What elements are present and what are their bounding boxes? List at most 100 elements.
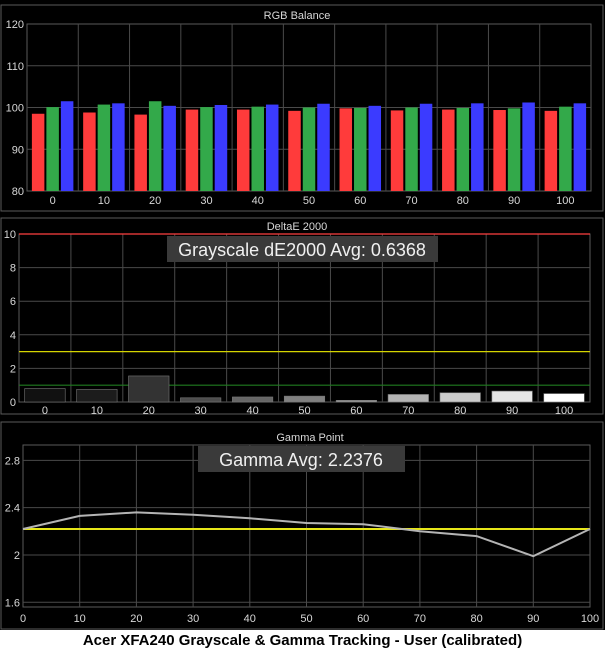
- deltae-x-tick-label: 0: [42, 405, 48, 417]
- deltae-bar: [335, 400, 377, 403]
- deltae-x-tick-label: 70: [402, 405, 414, 417]
- deltae-x-tick-label: 30: [195, 405, 207, 417]
- gamma-x-tick-label: 20: [130, 613, 142, 625]
- rgb-bar-blue: [368, 105, 382, 191]
- deltae-y-tick-label: 0: [10, 397, 16, 409]
- deltae-bar: [387, 394, 429, 403]
- rgb-bar-blue: [60, 101, 74, 191]
- deltae-bar: [76, 389, 118, 403]
- gamma-x-tick-label: 40: [244, 613, 256, 625]
- rgb-bar-red: [288, 110, 301, 191]
- rgb-y-tick-label: 110: [6, 61, 24, 73]
- deltae-x-tick-label: 80: [454, 405, 466, 417]
- gamma-x-tick-label: 90: [527, 613, 539, 625]
- deltae-y-tick-label: 4: [10, 330, 16, 342]
- rgb-bar-green: [302, 107, 316, 191]
- rgb-bar-green: [507, 108, 521, 191]
- deltae-x-tick-label: 90: [506, 405, 518, 417]
- rgb-bar-red: [185, 109, 199, 191]
- rgb-bars: [31, 101, 587, 191]
- rgb-bar-green: [148, 101, 162, 191]
- rgb-bar-green: [97, 104, 111, 191]
- rgb-y-tick-label: 100: [6, 103, 24, 115]
- rgb-bar-red: [236, 109, 250, 191]
- figure-background: [0, 0, 605, 630]
- rgb-x-tick-label: 30: [200, 195, 212, 207]
- rgb-bar-green: [200, 107, 213, 191]
- gamma-x-tick-label: 30: [187, 613, 199, 625]
- rgb-bar-red: [83, 112, 96, 191]
- rgb-bar-green: [559, 106, 572, 191]
- rgb-y-tick-label: 80: [12, 186, 24, 198]
- rgb-x-tick-label: 50: [303, 195, 315, 207]
- deltae-x-tick-label: 10: [91, 405, 103, 417]
- deltae-x-tick-label: 100: [555, 405, 573, 417]
- deltae-bar: [491, 390, 533, 403]
- deltae-bar: [439, 392, 481, 403]
- deltae-bar: [232, 396, 274, 403]
- deltae-bar: [180, 397, 222, 403]
- rgb-y-tick-label: 120: [6, 19, 24, 31]
- gamma-x-tick-label: 10: [74, 613, 86, 625]
- rgb-bar-red: [493, 110, 506, 191]
- rgb-x-tick-label: 70: [405, 195, 417, 207]
- figure-caption: Acer XFA240 Grayscale & Gamma Tracking -…: [82, 632, 523, 649]
- rgb-bar-red: [390, 110, 404, 191]
- rgb-x-tick-label: 60: [354, 195, 366, 207]
- deltae-x-tick-label: 50: [298, 405, 310, 417]
- gamma-x-tick-label: 60: [357, 613, 369, 625]
- rgb-x-tick-label: 10: [98, 195, 110, 207]
- rgb-x-tick-label: 40: [252, 195, 264, 207]
- rgb-bar-green: [405, 107, 418, 191]
- deltae-x-tick-label: 60: [350, 405, 362, 417]
- rgb-x-tick-label: 0: [50, 195, 56, 207]
- deltae-x-tick-label: 40: [246, 405, 258, 417]
- gamma-x-tick-label: 0: [20, 613, 26, 625]
- deltae-average-label: Grayscale dE2000 Avg: 0.6368: [178, 240, 426, 260]
- deltae-chart-title: DeltaE 2000: [267, 221, 328, 233]
- deltae-x-tick-label: 20: [143, 405, 155, 417]
- gamma-x-tick-label: 100: [581, 613, 599, 625]
- gamma-x-tick-label: 50: [300, 613, 312, 625]
- rgb-bar-red: [339, 108, 353, 191]
- deltae-bar: [283, 395, 326, 403]
- rgb-chart-title: RGB Balance: [264, 10, 331, 22]
- rgb-bar-blue: [573, 103, 587, 191]
- gamma-x-tick-label: 70: [414, 613, 426, 625]
- deltae-y-tick-label: 6: [10, 296, 16, 308]
- gamma-y-tick-label: 2: [14, 550, 20, 562]
- gamma-y-tick-label: 2.8: [5, 455, 20, 467]
- rgb-bar-red: [31, 113, 45, 191]
- rgb-bar-red: [544, 110, 558, 191]
- charts-stage: RGB Balance 8090100110120 0 10 20 30 40 50 60 7…: [0, 0, 605, 630]
- deltae-bar: [128, 375, 170, 403]
- gamma-y-tick-label: 1.6: [5, 597, 20, 609]
- gamma-x-tick-label: 80: [470, 613, 482, 625]
- rgb-bar-blue: [317, 103, 330, 191]
- rgb-bar-blue: [163, 105, 176, 191]
- rgb-x-tick-label: 80: [457, 195, 469, 207]
- rgb-x-tick-label: 100: [556, 195, 574, 207]
- rgb-bar-red: [442, 109, 455, 191]
- deltae-y-tick-label: 8: [10, 263, 16, 275]
- rgb-y-tick-label: 90: [12, 144, 24, 156]
- rgb-bar-blue: [419, 103, 433, 191]
- deltae-y-tick-label: 10: [4, 229, 16, 241]
- gamma-chart-title: Gamma Point: [276, 432, 343, 444]
- rgb-bar-blue: [214, 104, 228, 191]
- rgb-bar-green: [251, 106, 264, 191]
- rgb-bar-green: [46, 107, 59, 191]
- rgb-x-tick-label: 90: [508, 195, 520, 207]
- rgb-bar-blue: [265, 104, 279, 191]
- rgb-bar-red: [134, 114, 147, 191]
- deltae-bar: [543, 393, 585, 403]
- rgb-bar-blue: [112, 103, 125, 191]
- deltae-bar: [24, 388, 66, 403]
- rgb-bar-green: [354, 107, 367, 191]
- rgb-bar-green: [456, 107, 470, 191]
- rgb-x-tick-label: 20: [149, 195, 161, 207]
- rgb-bar-blue: [522, 102, 535, 191]
- deltae-y-tick-label: 2: [10, 363, 16, 375]
- gamma-average-label: Gamma Avg: 2.2376: [219, 450, 383, 470]
- gamma-y-tick-label: 2.4: [5, 503, 20, 515]
